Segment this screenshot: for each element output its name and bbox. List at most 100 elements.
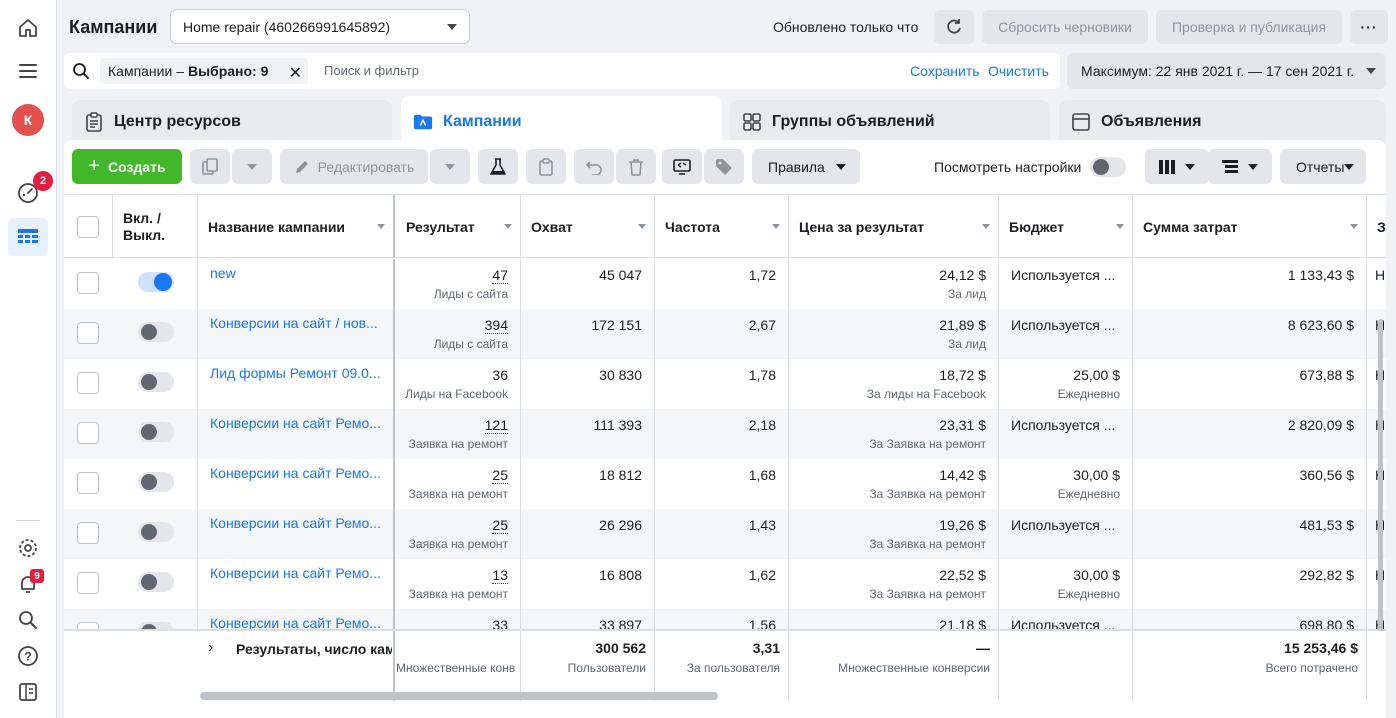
row-checkbox[interactable] bbox=[77, 422, 99, 444]
select-all-checkbox[interactable] bbox=[77, 215, 99, 238]
breakdown-button[interactable] bbox=[1208, 149, 1272, 184]
view-settings-toggle[interactable] bbox=[1090, 157, 1126, 177]
undo-button[interactable] bbox=[574, 149, 614, 184]
row-checkbox[interactable] bbox=[77, 322, 99, 344]
campaign-name-link[interactable]: new bbox=[210, 265, 382, 281]
table-row[interactable]: Конверсии на сайт / нов... 394 Лиды с сайт… bbox=[64, 309, 1386, 359]
campaign-name-link[interactable]: Лид формы Ремонт 09.0... bbox=[210, 365, 382, 381]
row-checkbox[interactable] bbox=[77, 522, 99, 544]
budget-value[interactable]: Используется ... bbox=[1011, 417, 1115, 433]
column-header-next[interactable]: За bbox=[1367, 195, 1386, 258]
toolbar: + Создать Редактировать Правила Посмотре… bbox=[64, 140, 1386, 194]
totals-reach-value: 300 562 bbox=[595, 640, 646, 656]
report-problem-icon[interactable] bbox=[16, 680, 40, 704]
preview-button[interactable] bbox=[662, 149, 702, 184]
search-filter-input[interactable]: Поиск и фильтр bbox=[324, 63, 419, 78]
edit-dropdown-button[interactable] bbox=[430, 149, 470, 184]
campaign-name-link[interactable]: Конверсии на сайт Ремо... bbox=[210, 515, 382, 531]
column-header-spent[interactable]: Сумма затрат bbox=[1133, 195, 1367, 258]
campaign-name-link[interactable]: Конверсии на сайт / нов... bbox=[210, 315, 382, 331]
edit-button[interactable]: Редактировать bbox=[280, 149, 428, 184]
table-row[interactable]: Конверсии на сайт Ремо... 121 Заявка на ре… bbox=[64, 409, 1386, 459]
column-header-result[interactable]: Результат bbox=[396, 195, 521, 258]
discard-drafts-button[interactable]: Сбросить черновики bbox=[982, 10, 1148, 44]
plus-icon: + bbox=[88, 155, 101, 177]
row-checkbox[interactable] bbox=[77, 272, 99, 294]
column-header-reach[interactable]: Охват bbox=[521, 195, 655, 258]
campaign-name-link[interactable]: Конверсии на сайт Ремо... bbox=[210, 465, 382, 481]
campaign-name-link[interactable]: Конверсии на сайт Ремо... bbox=[210, 565, 382, 581]
campaign-toggle[interactable] bbox=[138, 522, 174, 542]
column-header-name[interactable]: Название кампании bbox=[198, 195, 395, 258]
column-header-frequency[interactable]: Частота bbox=[655, 195, 789, 258]
cell-next: Н bbox=[1367, 509, 1386, 559]
review-publish-button[interactable]: Проверка и публикация bbox=[1156, 10, 1342, 44]
save-filter-link[interactable]: Сохранить bbox=[910, 63, 980, 79]
table-row[interactable]: Конверсии на сайт Ремо... 25 Заявка на рем… bbox=[64, 459, 1386, 509]
tag-button[interactable] bbox=[704, 149, 744, 184]
budget-value[interactable]: Используется ... bbox=[1011, 317, 1115, 333]
campaign-name-link[interactable]: Конверсии на сайт Ремо... bbox=[210, 415, 382, 431]
totals-cost-value: — bbox=[976, 640, 990, 656]
settings-icon[interactable] bbox=[16, 536, 40, 560]
duplicate-dropdown-button[interactable] bbox=[232, 149, 272, 184]
table-row[interactable]: Лид формы Ремонт 09.0... 36 Лиды на Facebo… bbox=[64, 359, 1386, 409]
columns-button[interactable] bbox=[1145, 149, 1209, 184]
row-checkbox[interactable] bbox=[77, 372, 99, 394]
ads-manager-table-icon[interactable] bbox=[8, 218, 48, 256]
cell-reach: 30 830 bbox=[521, 359, 655, 409]
cell-cb bbox=[64, 359, 113, 409]
close-icon[interactable]: ✕ bbox=[289, 63, 302, 83]
clear-filter-link[interactable]: Очистить bbox=[988, 63, 1049, 79]
budget-value[interactable]: Используется ... bbox=[1011, 517, 1115, 533]
svg-text:?: ? bbox=[24, 650, 31, 664]
rules-dropdown[interactable]: Правила bbox=[752, 149, 860, 184]
help-icon[interactable]: ? bbox=[16, 644, 40, 668]
account-select[interactable]: Home repair (460266991645892) bbox=[170, 9, 470, 44]
table-row[interactable]: Конверсии на сайт Ремо... 13 Заявка на рем… bbox=[64, 559, 1386, 609]
campaign-toggle[interactable] bbox=[138, 422, 174, 442]
campaign-toggle[interactable] bbox=[138, 472, 174, 492]
menu-icon[interactable] bbox=[16, 59, 40, 83]
tab-ad-sets[interactable]: Группы объявлений bbox=[730, 100, 1050, 144]
reports-dropdown[interactable]: Отчеты bbox=[1280, 149, 1366, 184]
ad-window-icon bbox=[1071, 112, 1091, 132]
budget-value[interactable]: Используется ... bbox=[1011, 267, 1115, 283]
campaign-toggle[interactable] bbox=[138, 372, 174, 392]
column-header-cost[interactable]: Цена за результат bbox=[789, 195, 999, 258]
avatar[interactable]: К bbox=[12, 104, 44, 136]
chevron-down-icon bbox=[1248, 163, 1258, 170]
campaign-toggle[interactable] bbox=[138, 572, 174, 592]
cell-next: Н bbox=[1367, 559, 1386, 609]
table-row[interactable]: Конверсии на сайт Ремо... 25 Заявка на рем… bbox=[64, 509, 1386, 559]
campaign-toggle[interactable] bbox=[138, 272, 174, 292]
filter-chip[interactable]: Кампании – Выбрано: 9 ✕ bbox=[100, 58, 308, 84]
search-icon[interactable] bbox=[16, 608, 40, 632]
date-range-picker[interactable]: Максимум: 22 янв 2021 г. — 17 сен 2021 г… bbox=[1067, 53, 1386, 89]
cell-name: Конверсии на сайт Ремо... bbox=[198, 559, 395, 609]
horizontal-scrollbar[interactable] bbox=[200, 692, 718, 700]
grid-icon bbox=[742, 112, 762, 132]
row-checkbox[interactable] bbox=[77, 472, 99, 494]
delete-button[interactable] bbox=[616, 149, 656, 184]
duplicate-button[interactable] bbox=[190, 149, 230, 184]
chevron-right-icon[interactable]: › bbox=[208, 639, 213, 657]
tab-ads[interactable]: Объявления bbox=[1059, 100, 1386, 144]
rules-clipboard-button[interactable] bbox=[526, 149, 566, 184]
column-header-budget[interactable]: Бюджет bbox=[999, 195, 1133, 258]
refresh-button[interactable] bbox=[934, 10, 974, 44]
more-options-button[interactable]: ··· bbox=[1350, 10, 1388, 44]
cell-result: 121 Заявка на ремонт bbox=[396, 409, 521, 459]
row-checkbox[interactable] bbox=[77, 572, 99, 594]
table-row[interactable]: new 47 Лиды с сайта 45 047 1,72 24,12 $ За лид… bbox=[64, 259, 1386, 309]
create-button[interactable]: + Создать bbox=[72, 149, 182, 184]
tab-resource-center[interactable]: Центр ресурсов bbox=[72, 100, 392, 144]
totals-result-sub: Множественные конв bbox=[396, 661, 516, 675]
campaign-toggle[interactable] bbox=[138, 322, 174, 342]
vertical-scrollbar[interactable] bbox=[1378, 319, 1383, 631]
home-icon[interactable] bbox=[16, 16, 40, 40]
ab-test-button[interactable] bbox=[478, 149, 518, 184]
sort-icon bbox=[1116, 224, 1124, 229]
column-header-onoff[interactable]: Вкл. / Выкл. bbox=[113, 195, 198, 258]
spent-value: 292,82 $ bbox=[1299, 567, 1355, 583]
